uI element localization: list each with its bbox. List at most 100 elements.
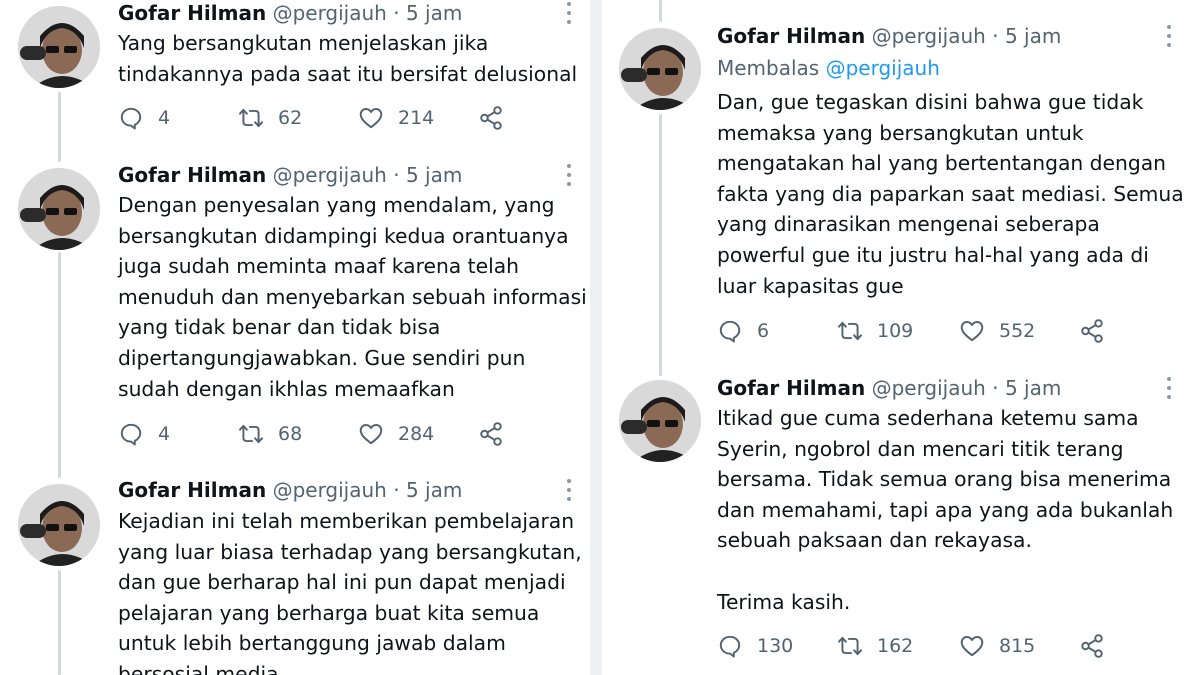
like-icon <box>359 108 383 129</box>
like-icon <box>960 636 984 657</box>
author-name[interactable]: Gofar Hilman <box>118 163 266 187</box>
tweet-text-line: Terima kasih. <box>717 589 851 614</box>
reply-button[interactable]: 6 <box>717 317 769 345</box>
like-button[interactable]: 815 <box>959 632 1035 660</box>
author-handle[interactable]: @pergijauh <box>872 24 986 48</box>
tweet-text-line: Itikad gue cuma sederhana ketemu sama <box>717 406 1139 430</box>
replying-to-mention[interactable]: @pergijauh <box>826 56 940 80</box>
tweet-text: Itikad gue cuma sederhana ketemu sama Sy… <box>717 403 1173 617</box>
more-options-icon[interactable] <box>566 164 572 186</box>
tweet-text: Dan, gue tegaskan disini bahwa gue tidak… <box>717 87 1184 301</box>
tweet-text-line: yang luar biasa terhadap yang bersangkut… <box>118 539 582 564</box>
like-count: 214 <box>398 107 435 129</box>
author-name[interactable]: Gofar Hilman <box>118 478 266 502</box>
tweet-text-line: dan gue berharap hal ini pun dapat menja… <box>118 570 566 595</box>
author-handle[interactable]: @pergijauh <box>273 478 387 502</box>
share-icon <box>480 422 502 446</box>
tweet-text-line: menuduh dan menyebarkan sebuah informasi <box>118 284 587 309</box>
tweet-text-line: Dan, gue tegaskan disini bahwa gue tidak <box>717 90 1144 114</box>
share-button[interactable] <box>478 104 504 132</box>
author-handle[interactable]: @pergijauh <box>872 376 986 400</box>
share-button[interactable] <box>1079 317 1105 345</box>
retweet-icon <box>837 636 863 656</box>
separator-dot: · <box>393 163 400 187</box>
tweet-text-line: Yang bersangkutan menjelaskan jika <box>118 31 489 55</box>
tweet-text-line: bersangkutan didampingi kedua orantuanya <box>118 223 569 248</box>
tweet-text: Dengan penyesalan yang mendalam, yang be… <box>118 190 587 404</box>
like-count: 284 <box>398 423 435 445</box>
tweet-text-line: dan memahami, tapi apa yang ada bukanlah <box>717 497 1174 522</box>
tweet-text-line: sudah dengan ikhlas memaafkan <box>118 376 455 401</box>
tweet-timestamp[interactable]: 5 jam <box>1005 24 1061 48</box>
retweet-button[interactable]: 68 <box>238 420 302 448</box>
avatar[interactable] <box>619 380 701 462</box>
like-button[interactable]: 552 <box>959 317 1035 345</box>
separator-dot: · <box>992 24 999 48</box>
retweet-count: 62 <box>278 107 303 129</box>
avatar[interactable] <box>619 28 701 110</box>
share-icon <box>1081 634 1103 658</box>
avatar[interactable] <box>18 484 100 566</box>
share-icon <box>1081 319 1103 343</box>
like-button[interactable]: 284 <box>358 420 434 448</box>
reply-button[interactable]: 130 <box>717 632 793 660</box>
tweet-text-line <box>717 556 1173 587</box>
reply-button[interactable]: 4 <box>118 420 170 448</box>
like-icon <box>960 321 984 342</box>
like-button[interactable]: 214 <box>358 104 434 132</box>
thread-connector-line <box>58 92 61 162</box>
share-icon <box>480 106 502 130</box>
tweet-timestamp[interactable]: 5 jam <box>406 478 462 502</box>
avatar[interactable] <box>18 6 100 88</box>
more-options-icon[interactable] <box>1166 377 1172 399</box>
avatar[interactable] <box>18 168 100 250</box>
author-handle[interactable]: @pergijauh <box>273 163 387 187</box>
tweet-timestamp[interactable]: 5 jam <box>406 163 462 187</box>
tweet-text-line: juga sudah meminta maaf karena telah <box>118 254 520 279</box>
thread-connector-line <box>58 570 61 675</box>
more-options-icon[interactable] <box>566 2 572 24</box>
like-icon <box>359 424 383 445</box>
author-name[interactable]: Gofar Hilman <box>717 24 865 48</box>
thread-connector-line <box>659 114 662 376</box>
like-count: 815 <box>999 635 1036 657</box>
author-name[interactable]: Gofar Hilman <box>118 1 266 25</box>
thread-connector-line <box>659 0 662 22</box>
tweet-text-line: Dengan penyesalan yang mendalam, yang <box>118 193 555 217</box>
tweet-text-line: sebuah paksaan dan rekayasa. <box>717 528 1032 553</box>
author-name[interactable]: Gofar Hilman <box>717 376 865 400</box>
tweet-text: Yang bersangkutan menjelaskan jika tinda… <box>118 28 577 89</box>
left-screenshot-panel: Gofar Hilman @pergijauh · 5 jam Yang ber… <box>0 0 590 675</box>
share-button[interactable] <box>1079 632 1105 660</box>
retweet-button[interactable]: 162 <box>837 632 913 660</box>
more-options-icon[interactable] <box>1166 25 1172 47</box>
reply-icon <box>719 320 741 343</box>
thread-connector-line <box>58 252 61 478</box>
tweet-actions: 4 62 214 <box>118 104 518 132</box>
replying-to: Membalas @pergijauh <box>717 53 940 83</box>
tweet-text-line: dipertangungjawabkan. Gue sendiri pun <box>118 345 526 370</box>
tweet-timestamp[interactable]: 5 jam <box>406 1 462 25</box>
tweet-text-line: tindakannya pada saat itu bersifat delus… <box>118 61 578 86</box>
retweet-count: 109 <box>877 320 914 342</box>
reply-icon <box>719 635 741 658</box>
tweet-text-line: Kejadian ini telah memberikan pembelajar… <box>118 509 575 533</box>
retweet-icon <box>238 424 264 444</box>
tweet-text-line: bersama. Tidak semua orang bisa menerima <box>717 467 1172 492</box>
tweet-actions: 4 68 284 <box>118 420 518 448</box>
separator-dot: · <box>992 376 999 400</box>
tweet-text-line: powerful gue itu justru hal-hal yang ada… <box>717 242 1149 267</box>
retweet-button[interactable]: 62 <box>238 104 302 132</box>
retweet-button[interactable]: 109 <box>837 317 913 345</box>
retweet-count: 162 <box>877 635 914 657</box>
separator-dot: · <box>393 478 400 502</box>
author-handle[interactable]: @pergijauh <box>273 1 387 25</box>
retweet-count: 68 <box>278 423 303 445</box>
reply-button[interactable]: 4 <box>118 104 170 132</box>
more-options-icon[interactable] <box>566 479 572 501</box>
tweet-text-line: luar kapasitas gue <box>717 273 904 298</box>
share-button[interactable] <box>478 420 504 448</box>
tweet-timestamp[interactable]: 5 jam <box>1005 376 1061 400</box>
like-count: 552 <box>999 320 1036 342</box>
replying-to-label: Membalas <box>717 56 820 80</box>
